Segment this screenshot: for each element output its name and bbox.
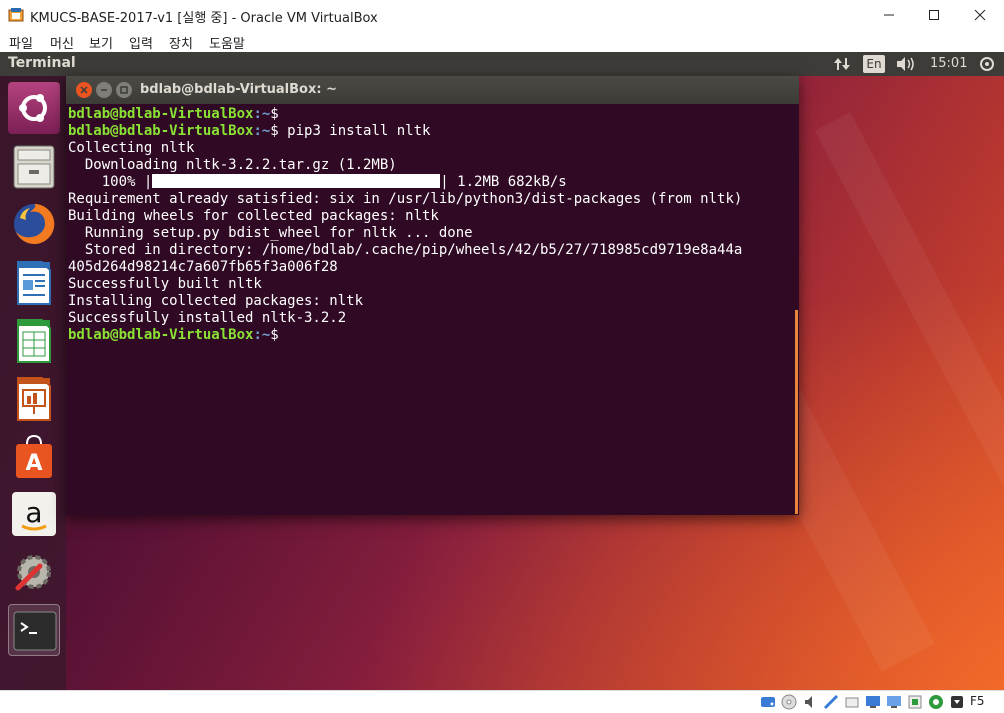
output-line: Collecting nltk bbox=[68, 140, 195, 156]
launcher-software[interactable]: A bbox=[8, 430, 60, 482]
shared-folders-icon[interactable] bbox=[865, 694, 881, 710]
output-line: Building wheels for collected packages: … bbox=[68, 208, 439, 224]
amazon-icon: a bbox=[12, 492, 56, 536]
menu-input[interactable]: 입력 bbox=[129, 33, 153, 52]
prompt-sign: $ bbox=[270, 327, 279, 343]
terminal-icon bbox=[13, 611, 57, 651]
launcher-firefox[interactable] bbox=[8, 198, 60, 250]
maximize-button[interactable] bbox=[914, 2, 954, 28]
vm-window-titlebar: KMUCS-BASE-2017-v1 [실행 중] - Oracle VM Vi… bbox=[0, 0, 1004, 31]
virtualbox-icon bbox=[8, 8, 24, 22]
wrench-gear-icon bbox=[15, 555, 51, 591]
launcher-ubuntu-dash[interactable] bbox=[8, 82, 60, 134]
prompt-path: :~ bbox=[253, 327, 271, 343]
output-line: 405d264d98214c7a607fb65f3a006f28 bbox=[68, 259, 338, 275]
network-icon[interactable] bbox=[823, 694, 839, 710]
shopping-bag-icon: A bbox=[16, 434, 52, 478]
ubuntu-icon bbox=[19, 94, 47, 122]
launcher-system-settings[interactable] bbox=[8, 546, 60, 598]
power-gear-icon[interactable] bbox=[978, 56, 996, 72]
writer-doc-icon bbox=[17, 261, 51, 305]
window-title: KMUCS-BASE-2017-v1 [실행 중] - Oracle VM Vi… bbox=[30, 11, 378, 26]
menu-file[interactable]: 파일 bbox=[9, 33, 33, 52]
minimize-icon bbox=[101, 89, 107, 91]
video-capture-icon[interactable] bbox=[907, 694, 923, 710]
close-icon bbox=[80, 86, 88, 94]
command-text: pip3 install nltk bbox=[278, 123, 431, 139]
prompt-user: bdlab@bdlab-VirtualBox bbox=[68, 327, 254, 343]
output-line: Successfully installed nltk-3.2.2 bbox=[68, 310, 347, 326]
terminal-window[interactable]: bdlab@bdlab-VirtualBox: ~ bdlab@bdlab-Vi… bbox=[66, 76, 799, 515]
usb-icon[interactable] bbox=[844, 694, 860, 710]
menu-view[interactable]: 보기 bbox=[89, 33, 113, 52]
prompt-user: bdlab@bdlab-VirtualBox bbox=[68, 123, 254, 139]
maximize-icon bbox=[929, 10, 939, 20]
terminal-output[interactable]: bdlab@bdlab-VirtualBox:~$ bdlab@bdlab-Vi… bbox=[68, 106, 793, 511]
unity-top-panel: Terminal En 15:01 bbox=[0, 52, 1004, 76]
clock[interactable]: 15:01 bbox=[930, 56, 967, 72]
terminal-minimize-button[interactable] bbox=[96, 82, 112, 98]
svg-text:a: a bbox=[25, 496, 42, 529]
file-cabinet-icon bbox=[13, 145, 55, 189]
prompt-user: bdlab@bdlab-VirtualBox bbox=[68, 106, 254, 122]
network-updown-icon[interactable] bbox=[833, 56, 851, 72]
guest-desktop: Terminal En 15:01 A a bdlab@bdlab-Virtua… bbox=[0, 52, 1004, 690]
mouse-integration-icon[interactable] bbox=[949, 694, 965, 710]
maximize-icon bbox=[120, 86, 128, 94]
impress-slide-icon bbox=[17, 377, 51, 421]
terminal-title: bdlab@bdlab-VirtualBox: ~ bbox=[140, 82, 337, 97]
audio-icon[interactable] bbox=[802, 694, 818, 710]
output-line: Stored in directory: /home/bdlab/.cache/… bbox=[68, 242, 743, 258]
vm-statusbar: F5 bbox=[0, 690, 1004, 713]
prompt-path: :~ bbox=[253, 123, 271, 139]
menu-devices[interactable]: 장치 bbox=[169, 33, 193, 52]
display-icon[interactable] bbox=[886, 694, 902, 710]
optical-drive-icon[interactable] bbox=[781, 694, 797, 710]
close-icon bbox=[974, 9, 986, 21]
prompt-line: bdlab@bdlab-VirtualBox:~$ bbox=[68, 106, 793, 123]
hard-disk-icon[interactable] bbox=[760, 694, 776, 710]
command-line: bdlab@bdlab-VirtualBox:~$ pip3 install n… bbox=[68, 123, 793, 140]
prompt-path: :~ bbox=[253, 106, 271, 122]
prompt-sign: $ bbox=[270, 106, 279, 122]
launcher-amazon[interactable]: a bbox=[8, 488, 60, 540]
firefox-icon bbox=[14, 203, 55, 244]
progress-percent: 100% | bbox=[68, 174, 153, 190]
launcher-writer[interactable] bbox=[8, 256, 60, 308]
launcher-calc[interactable] bbox=[8, 314, 60, 366]
launcher-terminal[interactable] bbox=[8, 604, 60, 656]
terminal-titlebar[interactable]: bdlab@bdlab-VirtualBox: ~ bbox=[66, 76, 799, 104]
close-button[interactable] bbox=[960, 2, 1000, 28]
terminal-maximize-button[interactable] bbox=[116, 82, 132, 98]
minimize-icon bbox=[884, 14, 894, 16]
output-line: Requirement already satisfied: six in /u… bbox=[68, 191, 743, 207]
output-line: Downloading nltk-3.2.2.tar.gz (1.2MB) bbox=[68, 157, 397, 173]
progress-bar bbox=[152, 174, 441, 188]
progress-speed: | 1.2MB 682kB/s bbox=[440, 174, 567, 190]
host-key-label: F5 bbox=[970, 694, 985, 708]
unity-launcher: A a bbox=[0, 76, 66, 690]
terminal-resize-edge[interactable] bbox=[795, 310, 798, 514]
prompt-sign: $ bbox=[270, 123, 279, 139]
terminal-close-button[interactable] bbox=[76, 82, 92, 98]
minimize-button[interactable] bbox=[869, 2, 909, 28]
keyboard-layout-indicator[interactable]: En bbox=[863, 55, 885, 73]
output-line: Running setup.py bdist_wheel for nltk ..… bbox=[68, 225, 473, 241]
guest-additions-icon[interactable] bbox=[928, 694, 944, 710]
menu-help[interactable]: 도움말 bbox=[209, 33, 245, 52]
svg-text:A: A bbox=[25, 451, 42, 476]
active-app-name: Terminal bbox=[8, 55, 76, 71]
menu-machine[interactable]: 머신 bbox=[50, 33, 74, 52]
launcher-files[interactable] bbox=[8, 140, 60, 192]
prompt-line: bdlab@bdlab-VirtualBox:~$ bbox=[68, 327, 793, 344]
output-line: Successfully built nltk bbox=[68, 276, 262, 292]
launcher-impress[interactable] bbox=[8, 372, 60, 424]
output-line: Installing collected packages: nltk bbox=[68, 293, 364, 309]
calc-sheet-icon bbox=[17, 319, 51, 363]
vm-menubar: 파일 머신 보기 입력 장치 도움말 bbox=[0, 31, 1004, 52]
progress-line: 100% | | 1.2MB 682kB/s bbox=[68, 174, 793, 191]
volume-icon[interactable] bbox=[895, 56, 917, 72]
